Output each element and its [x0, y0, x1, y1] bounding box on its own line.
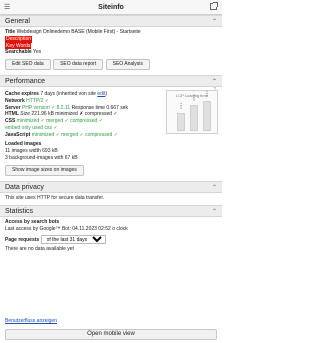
last-access-text: Last access by Google™ Bot: 04.11.2023 0… [5, 226, 128, 232]
html-value: Size 221.96 kB minimized ✗ compressed ✓ [20, 111, 118, 118]
network-label: Network [5, 97, 25, 104]
section-title: General [5, 18, 30, 25]
section-privacy-header[interactable]: Data privacy ⌃ [0, 180, 222, 193]
chevron-up-icon[interactable]: ⌃ [212, 78, 217, 86]
section-privacy-body: This site uses HTTP for secure data tran… [0, 193, 222, 204]
searchable-value: Yes [33, 49, 42, 56]
chevron-up-icon[interactable]: ⌃ [212, 18, 217, 26]
siteinfo-panel: ☰ Siteinfo General ⌃ Title Webdesign Onl… [0, 0, 222, 343]
section-general-body: Title Webdesign Onlinedemo BASE (Mobile … [0, 27, 222, 72]
section-title: Performance [5, 78, 46, 85]
section-statistics-body: Access by search bots Last access by Goo… [0, 217, 222, 254]
response-label: Response time [71, 104, 105, 111]
server-value: PHP version ✓ 8.2.11 [21, 104, 71, 111]
chart-bar-label: 2.6 s [178, 102, 183, 109]
js-label: JavaScript [5, 131, 31, 138]
page-requests-label: Page requests [5, 236, 40, 243]
chevron-up-icon[interactable]: ⌃ [212, 208, 217, 216]
html-label: HTML [5, 111, 19, 118]
searchable-label: Searchable [5, 49, 32, 56]
css-value: minimized ✓ merged ✓ compressed ✓ [16, 118, 103, 124]
network-value: HTTP/2 ✓ [26, 97, 49, 104]
section-title: Data privacy [5, 183, 44, 191]
title-row: Title Webdesign Onlinedemo BASE (Mobile … [5, 29, 217, 36]
title-label: Title [5, 29, 16, 35]
user-flow-link[interactable]: Benutzerfluss anzeigen [5, 318, 57, 324]
cache-edit-link[interactable]: edit [97, 91, 105, 97]
chart-bar-label: 3.8 s [191, 94, 196, 101]
section-performance-header[interactable]: Performance ⌃ [0, 75, 222, 87]
privacy-text: This site uses HTTP for secure data tran… [5, 194, 105, 201]
seo-data-report-button[interactable]: SEO data report [53, 59, 104, 70]
cache-value: 7 days (inherited von site [40, 91, 96, 97]
chevron-up-icon[interactable]: ⌃ [212, 184, 217, 192]
no-data-text: There are no data available yet [5, 245, 74, 252]
searchable-row: Searchable Yes [5, 49, 217, 56]
images-count: 11 images width 693 kB [5, 148, 58, 154]
js-value: minimized ✓ merged ✓ compressed ✓ [31, 131, 118, 138]
title-bar: ☰ Siteinfo [0, 0, 222, 15]
background-images-count: 3 background-images with 67 kB [5, 154, 78, 161]
section-general-header[interactable]: General ⌃ [0, 15, 222, 27]
response-value: 0.667 sek [106, 104, 128, 111]
section-statistics-header[interactable]: Statistics ⌃ [0, 205, 222, 218]
lcp-chart: LCP Loading time 2.6 s 3.8 s 4.4 s [166, 90, 218, 134]
seo-analysis-button[interactable]: SEO Analysis [105, 59, 150, 70]
chart-bar [203, 101, 211, 131]
cache-label: Cache expires [5, 91, 39, 97]
open-mobile-view-button[interactable]: Open mobile view [5, 329, 217, 340]
server-label: Server [5, 104, 21, 111]
period-select[interactable]: of the last 31 days [40, 234, 106, 244]
section-title: Statistics [5, 208, 34, 216]
edit-seo-data-button[interactable]: Edit SEO data [5, 59, 51, 70]
popout-icon[interactable] [210, 2, 218, 10]
loaded-images-heading: Loaded images [5, 141, 42, 148]
show-image-sizes-button[interactable]: Show image sizes on images [5, 164, 84, 176]
chart-bar [190, 105, 198, 131]
description-missing-badge: Description [5, 35, 33, 43]
window-title: Siteinfo [98, 4, 124, 11]
title-value: Webdesign Onlinedemo BASE (Mobile First)… [16, 29, 141, 35]
chart-bar [177, 113, 185, 131]
section-performance-body: ? Cache expires 7 days (inherited von si… [0, 87, 222, 178]
keywords-missing-badge: Key Words [5, 42, 32, 50]
chart-bar-label: 4.4 s [204, 90, 209, 97]
access-heading: Access by search bots [5, 219, 60, 226]
css-label: CSS [5, 118, 16, 124]
